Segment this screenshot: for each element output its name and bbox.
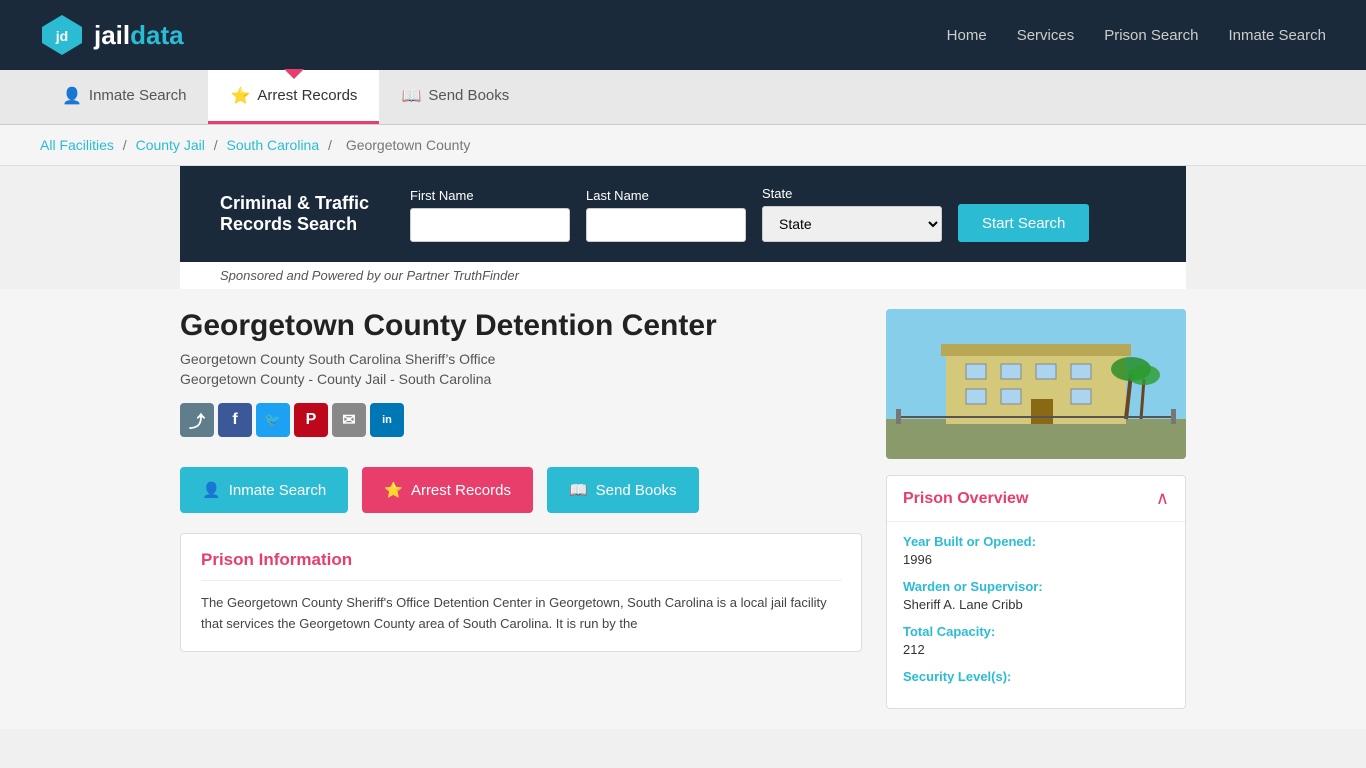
- main-content: Georgetown County Detention Center Georg…: [0, 289, 1366, 729]
- pinterest-icon[interactable]: P: [294, 403, 328, 437]
- nav-prison-search[interactable]: Prison Search: [1104, 27, 1198, 44]
- facility-title: Georgetown County Detention Center: [180, 309, 862, 343]
- year-built-label: Year Built or Opened:: [903, 534, 1169, 549]
- warden-label: Warden or Supervisor:: [903, 579, 1169, 594]
- prison-info-text: The Georgetown County Sheriff's Office D…: [201, 593, 841, 635]
- tab-inmate-search[interactable]: 👤 Inmate Search: [40, 70, 208, 124]
- search-fields: First Name Last Name State State Alabama…: [410, 186, 1146, 242]
- nav-services[interactable]: Services: [1017, 27, 1075, 44]
- facility-sub2: Georgetown County - County Jail - South …: [180, 371, 862, 387]
- state-field-group: State State AlabamaAlaskaArizona Arkansa…: [762, 186, 942, 242]
- search-banner: Criminal & Traffic Records Search First …: [180, 166, 1186, 262]
- security-label: Security Level(s):: [903, 669, 1169, 684]
- first-name-input[interactable]: [410, 208, 570, 242]
- prison-info-title: Prison Information: [201, 550, 841, 581]
- capacity-value: 212: [903, 642, 1169, 657]
- logo-text: jaildata: [94, 20, 184, 51]
- chevron-up-icon[interactable]: ∧: [1156, 488, 1169, 509]
- facility-sub1: Georgetown County South Carolina Sheriff…: [180, 351, 862, 367]
- breadcrumb-south-carolina[interactable]: South Carolina: [227, 137, 320, 153]
- sponsored-text: Sponsored and Powered by our Partner Tru…: [180, 262, 1186, 289]
- first-name-field-group: First Name: [410, 188, 570, 242]
- warden-value: Sheriff A. Lane Cribb: [903, 597, 1169, 612]
- breadcrumb: All Facilities / County Jail / South Car…: [0, 125, 1366, 166]
- star-icon-btn: ⭐: [384, 481, 403, 499]
- tabs-bar: 👤 Inmate Search ⭐ Arrest Records 📖 Send …: [0, 70, 1366, 125]
- share-icon[interactable]: ⤴: [180, 403, 214, 437]
- content-right: Prison Overview ∧ Year Built or Opened: …: [886, 309, 1186, 709]
- nav-inmate-search[interactable]: Inmate Search: [1228, 27, 1326, 44]
- last-name-input[interactable]: [586, 208, 746, 242]
- social-icons: ⤴ f 🐦 P ✉ in: [180, 403, 862, 437]
- facility-image: [886, 309, 1186, 459]
- last-name-label: Last Name: [586, 188, 746, 203]
- action-buttons: 👤 Inmate Search ⭐ Arrest Records 📖 Send …: [180, 467, 862, 513]
- book-icon-btn: 📖: [569, 481, 588, 499]
- site-header: jd jaildata Home Services Prison Search …: [0, 0, 1366, 70]
- overview-header: Prison Overview ∧: [887, 476, 1185, 522]
- prison-info-card: Prison Information The Georgetown County…: [180, 533, 862, 652]
- breadcrumb-county-jail[interactable]: County Jail: [136, 137, 205, 153]
- tab-send-books[interactable]: 📖 Send Books: [379, 70, 531, 124]
- start-search-button[interactable]: Start Search: [958, 204, 1089, 242]
- email-icon[interactable]: ✉: [332, 403, 366, 437]
- tab-arrest-records[interactable]: ⭐ Arrest Records: [208, 70, 379, 124]
- star-icon: ⭐: [230, 86, 250, 106]
- svg-text:jd: jd: [55, 28, 68, 44]
- book-icon: 📖: [401, 86, 421, 106]
- search-banner-title: Criminal & Traffic Records Search: [220, 193, 380, 235]
- prison-overview-card: Prison Overview ∧ Year Built or Opened: …: [886, 475, 1186, 709]
- logo[interactable]: jd jaildata: [40, 13, 184, 57]
- year-built-value: 1996: [903, 552, 1169, 567]
- state-select[interactable]: State AlabamaAlaskaArizona ArkansasCalif…: [762, 206, 942, 242]
- main-nav: Home Services Prison Search Inmate Searc…: [947, 27, 1326, 44]
- capacity-label: Total Capacity:: [903, 624, 1169, 639]
- first-name-label: First Name: [410, 188, 570, 203]
- arrest-records-button[interactable]: ⭐ Arrest Records: [362, 467, 533, 513]
- twitter-icon[interactable]: 🐦: [256, 403, 290, 437]
- breadcrumb-all-facilities[interactable]: All Facilities: [40, 137, 114, 153]
- breadcrumb-current: Georgetown County: [346, 137, 471, 153]
- state-label: State: [762, 186, 942, 201]
- facebook-icon[interactable]: f: [218, 403, 252, 437]
- person-icon: 👤: [62, 86, 82, 106]
- send-books-button[interactable]: 📖 Send Books: [547, 467, 699, 513]
- inmate-search-button[interactable]: 👤 Inmate Search: [180, 467, 348, 513]
- nav-home[interactable]: Home: [947, 27, 987, 44]
- overview-title: Prison Overview: [903, 490, 1028, 508]
- content-left: Georgetown County Detention Center Georg…: [180, 309, 862, 709]
- logo-icon: jd: [40, 13, 84, 57]
- overview-body: Year Built or Opened: 1996 Warden or Sup…: [887, 522, 1185, 708]
- person-icon-btn: 👤: [202, 481, 221, 499]
- linkedin-icon[interactable]: in: [370, 403, 404, 437]
- last-name-field-group: Last Name: [586, 188, 746, 242]
- facility-image-svg: [886, 309, 1186, 459]
